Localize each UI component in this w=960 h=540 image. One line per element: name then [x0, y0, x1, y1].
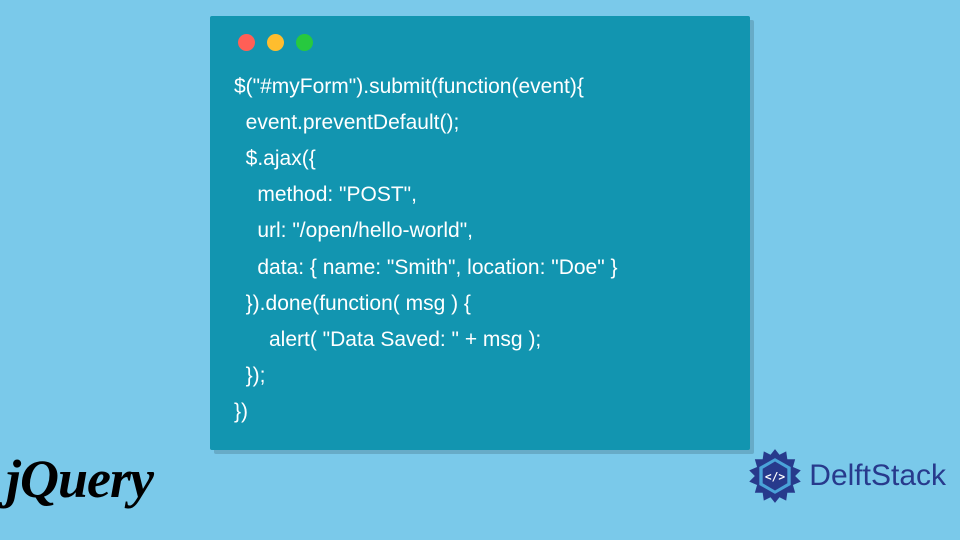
delftstack-text: DelftStack	[809, 459, 946, 493]
code-line: alert( "Data Saved: " + msg );	[234, 328, 541, 351]
jquery-logo: jQuery	[6, 448, 153, 510]
delft-part1: Delft	[809, 459, 871, 492]
code-line: method: "POST",	[234, 183, 417, 206]
dot-minimize-icon	[267, 34, 284, 51]
delft-part2: Stack	[871, 459, 946, 492]
code-line: data: { name: "Smith", location: "Doe" }	[234, 256, 618, 279]
code-line: url: "/open/hello-world",	[234, 219, 473, 242]
window-dots	[238, 34, 726, 51]
code-line: $("#myForm").submit(function(event){	[234, 75, 584, 98]
code-line: }).done(function( msg ) {	[234, 292, 471, 315]
delftstack-logo: </> DelftStack	[747, 448, 946, 504]
dot-maximize-icon	[296, 34, 313, 51]
svg-text:</>: </>	[765, 470, 785, 483]
code-line: event.preventDefault();	[234, 111, 459, 134]
code-block: $("#myForm").submit(function(event){ eve…	[234, 69, 726, 430]
code-line: })	[234, 400, 248, 423]
code-line: $.ajax({	[234, 147, 316, 170]
delftstack-gear-icon: </>	[747, 448, 803, 504]
code-line: });	[234, 364, 266, 387]
code-card: $("#myForm").submit(function(event){ eve…	[210, 16, 750, 450]
jquery-logo-text: jQuery	[6, 449, 153, 509]
dot-close-icon	[238, 34, 255, 51]
